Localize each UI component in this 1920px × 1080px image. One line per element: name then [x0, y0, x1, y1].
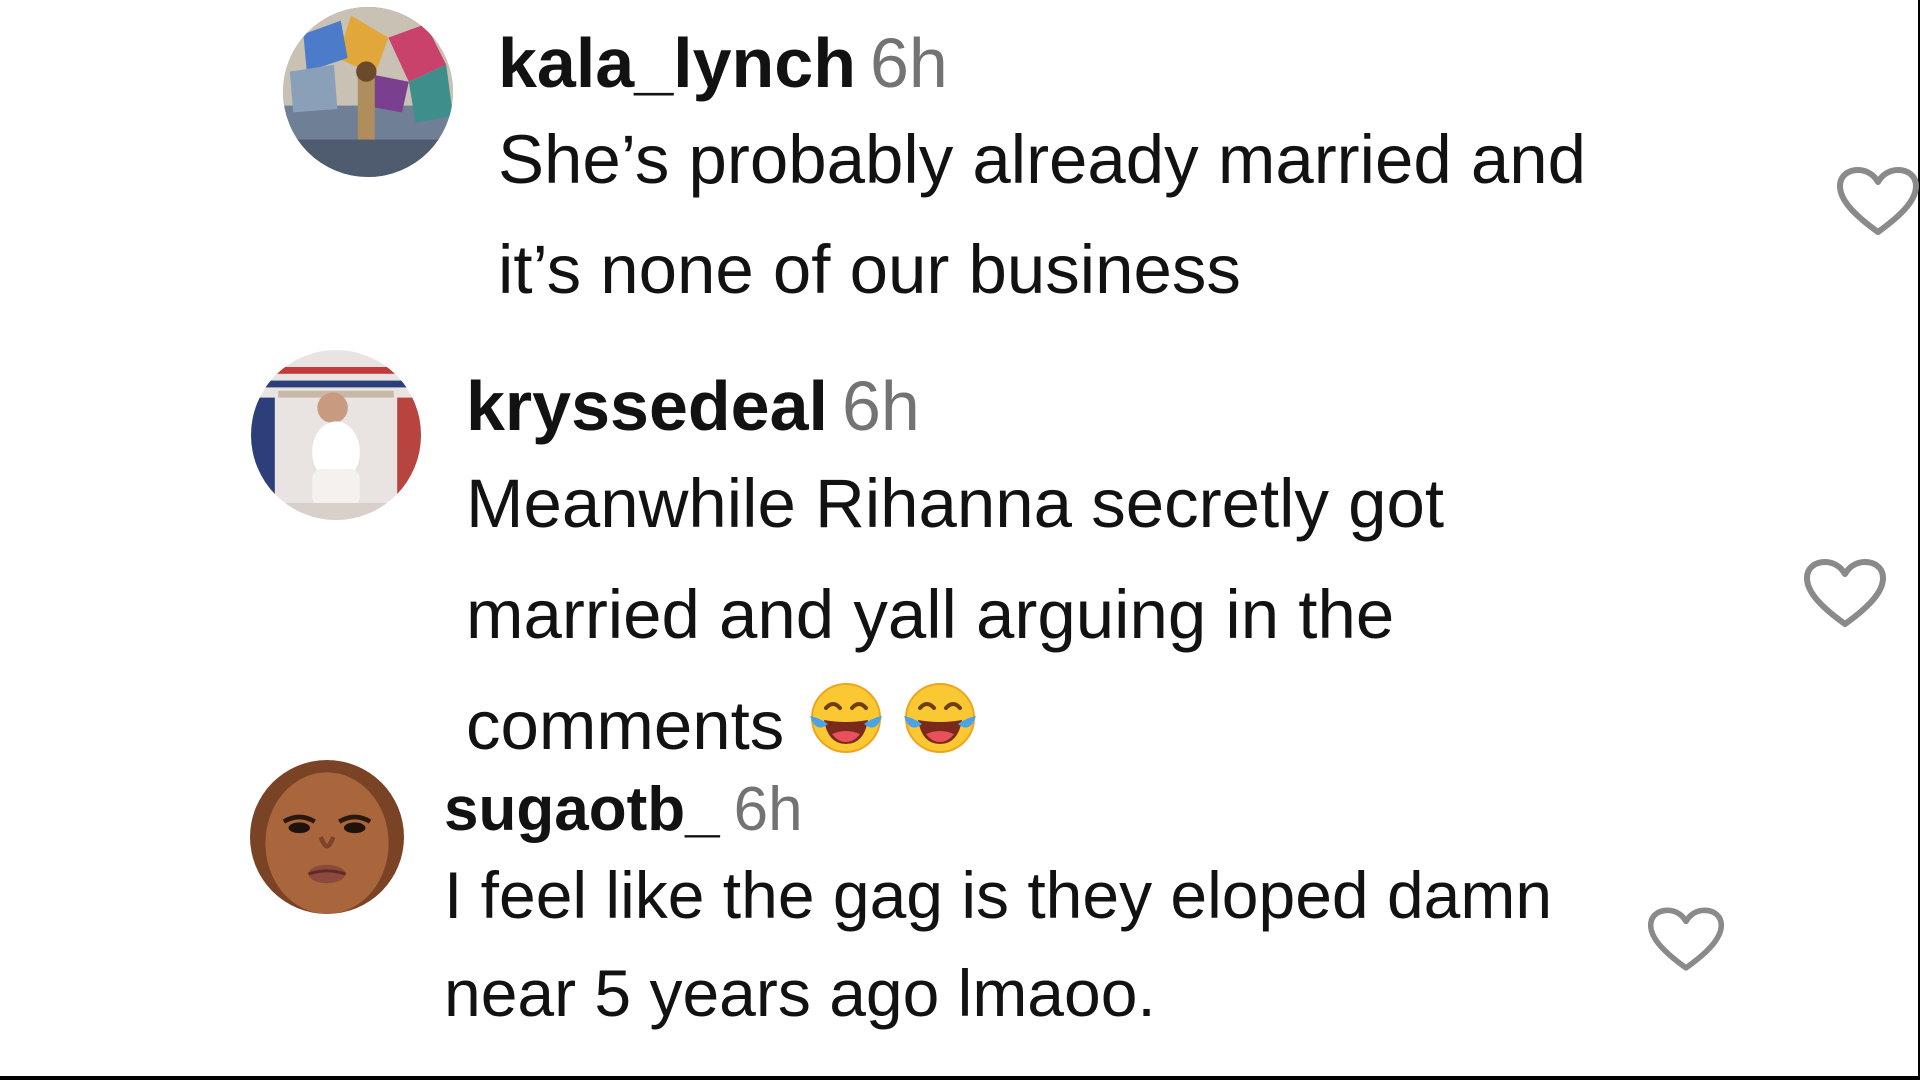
avatar[interactable] — [283, 7, 453, 177]
avatar[interactable] — [251, 350, 421, 520]
heart-outline-icon — [1837, 167, 1919, 235]
comment-text-fragment: comments — [466, 687, 785, 764]
username-link[interactable]: kala_lynch — [498, 24, 856, 102]
comment-text-line: it’s none of our business — [498, 231, 1241, 308]
avatar[interactable] — [250, 760, 404, 914]
comment-content: sugaotb_ 6h I feel like the gag is they e… — [444, 779, 1552, 1037]
comment-timestamp[interactable]: 6h — [842, 367, 920, 445]
heart-outline-icon — [1647, 907, 1725, 971]
comment-text-line: She’s probably already married and — [498, 121, 1587, 198]
comment-text-line: married and yall arguing in the — [466, 576, 1395, 653]
comment-timestamp[interactable]: 6h — [870, 24, 948, 102]
comment-content: kryssedeal 6h Meanwhile Rihanna secretly … — [466, 371, 1444, 783]
tears-of-joy-emoji-icon — [900, 678, 980, 783]
avatar-photo-colorful-mural — [283, 7, 453, 177]
comment-content: kala_lynch 6h She’s probably already marr… — [498, 28, 1586, 318]
username-link[interactable]: sugaotb_ — [444, 775, 720, 844]
like-button[interactable] — [1803, 558, 1887, 630]
comment-text-line: near 5 years ago lmaoo. — [444, 956, 1156, 1030]
comment-text-line-with-emoji: comments — [466, 677, 1444, 783]
comment-header: kryssedeal 6h — [466, 371, 1444, 441]
comments-panel: kala_lynch 6h She’s probably already marr… — [0, 0, 1920, 1080]
heart-outline-icon — [1804, 559, 1886, 627]
comment-header: kala_lynch 6h — [498, 28, 1586, 98]
comment-header: sugaotb_ 6h — [444, 779, 1552, 841]
avatar-photo-face — [250, 760, 404, 914]
tears-of-joy-emoji-icon — [806, 678, 886, 783]
comment-text-line: Meanwhile Rihanna secretly got — [466, 465, 1445, 542]
comment-timestamp[interactable]: 6h — [734, 775, 803, 844]
like-button[interactable] — [1647, 906, 1725, 974]
like-button[interactable] — [1836, 166, 1920, 238]
username-link[interactable]: kryssedeal — [466, 367, 828, 445]
avatar-photo-white-outfit — [251, 350, 421, 520]
comment-text-line: I feel like the gag is they eloped damn — [444, 858, 1553, 932]
